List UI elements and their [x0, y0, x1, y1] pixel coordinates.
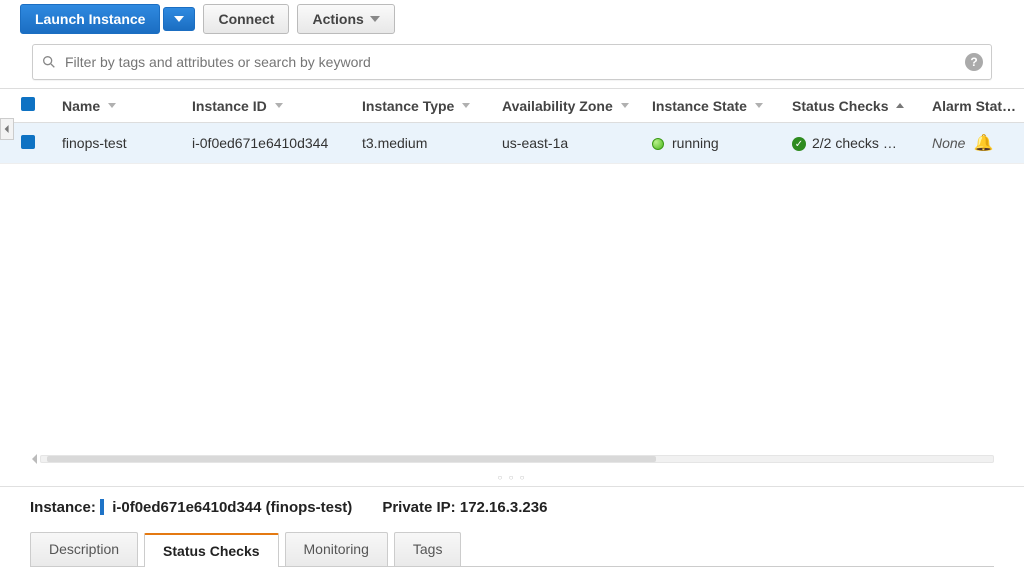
cell-instance-id: i-0f0ed671e6410d344: [186, 123, 356, 164]
check-circle-icon: ✓: [792, 137, 806, 151]
panel-collapse-handle[interactable]: [0, 118, 14, 140]
column-header-availability-zone[interactable]: Availability Zone: [496, 89, 646, 123]
launch-instance-button[interactable]: Launch Instance: [20, 4, 160, 34]
sort-caret-icon: [755, 103, 763, 108]
tab-description[interactable]: Description: [30, 532, 138, 566]
running-state-icon: [652, 138, 664, 150]
instance-value: i-0f0ed671e6410d344 (finops-test): [112, 499, 352, 516]
filter-bar: ?: [32, 44, 992, 80]
private-ip-value: 172.16.3.236: [460, 499, 548, 516]
scrollbar-thumb[interactable]: [47, 456, 656, 462]
connect-button[interactable]: Connect: [203, 4, 289, 34]
scrollbar-track[interactable]: [40, 455, 994, 463]
tab-tags[interactable]: Tags: [394, 532, 462, 566]
cell-name: finops-test: [56, 123, 186, 164]
instance-marker-icon: [100, 499, 104, 515]
column-header-instance-id[interactable]: Instance ID: [186, 89, 356, 123]
cell-availability-zone: us-east-1a: [496, 123, 646, 164]
filter-input[interactable]: [65, 54, 965, 70]
sort-caret-up-icon: [896, 103, 904, 108]
horizontal-scrollbar[interactable]: [30, 454, 994, 464]
scroll-left-icon: [30, 454, 40, 464]
search-icon: [41, 54, 57, 70]
caret-down-icon: [370, 16, 380, 22]
help-icon[interactable]: ?: [965, 53, 983, 71]
sort-caret-icon: [621, 103, 629, 108]
tab-status-checks[interactable]: Status Checks: [144, 533, 278, 567]
table-row[interactable]: finops-test i-0f0ed671e6410d344 t3.mediu…: [0, 123, 1024, 164]
column-header-instance-type[interactable]: Instance Type: [356, 89, 496, 123]
column-header-name[interactable]: Name: [56, 89, 186, 123]
sort-caret-icon: [275, 103, 283, 108]
tab-monitoring[interactable]: Monitoring: [285, 532, 388, 566]
column-header-status-checks[interactable]: Status Checks: [786, 89, 926, 123]
row-checkbox[interactable]: [21, 135, 35, 149]
instance-label: Instance:: [30, 499, 96, 516]
cell-instance-type: t3.medium: [356, 123, 496, 164]
alarm-bell-icon[interactable]: 🔔: [969, 135, 993, 152]
sort-caret-icon: [462, 103, 470, 108]
column-header-alarm-status[interactable]: Alarm Status: [926, 89, 1024, 123]
cell-instance-state: running: [646, 123, 786, 164]
cell-status-checks: ✓2/2 checks …: [786, 123, 926, 164]
caret-down-icon: [174, 16, 184, 22]
sort-caret-icon: [108, 103, 116, 108]
column-header-instance-state[interactable]: Instance State: [646, 89, 786, 123]
toolbar: Launch Instance Connect Actions: [0, 0, 1024, 44]
details-tabs: Description Status Checks Monitoring Tag…: [30, 532, 994, 567]
select-all-checkbox[interactable]: [21, 97, 35, 111]
panel-resize-handle[interactable]: ○ ○ ○: [498, 473, 527, 482]
actions-button-label: Actions: [312, 11, 363, 27]
instances-table: Name Instance ID Instance Type Availabil…: [0, 88, 1024, 164]
launch-instance-dropdown-button[interactable]: [163, 7, 195, 31]
private-ip-label: Private IP:: [382, 499, 455, 516]
actions-button[interactable]: Actions: [297, 4, 394, 34]
details-header: Instance: i-0f0ed671e6410d344 (finops-te…: [30, 495, 994, 532]
chevron-left-icon: [3, 124, 11, 134]
cell-alarm-status: None 🔔: [926, 123, 1024, 164]
details-panel: Instance: i-0f0ed671e6410d344 (finops-te…: [0, 486, 1024, 576]
